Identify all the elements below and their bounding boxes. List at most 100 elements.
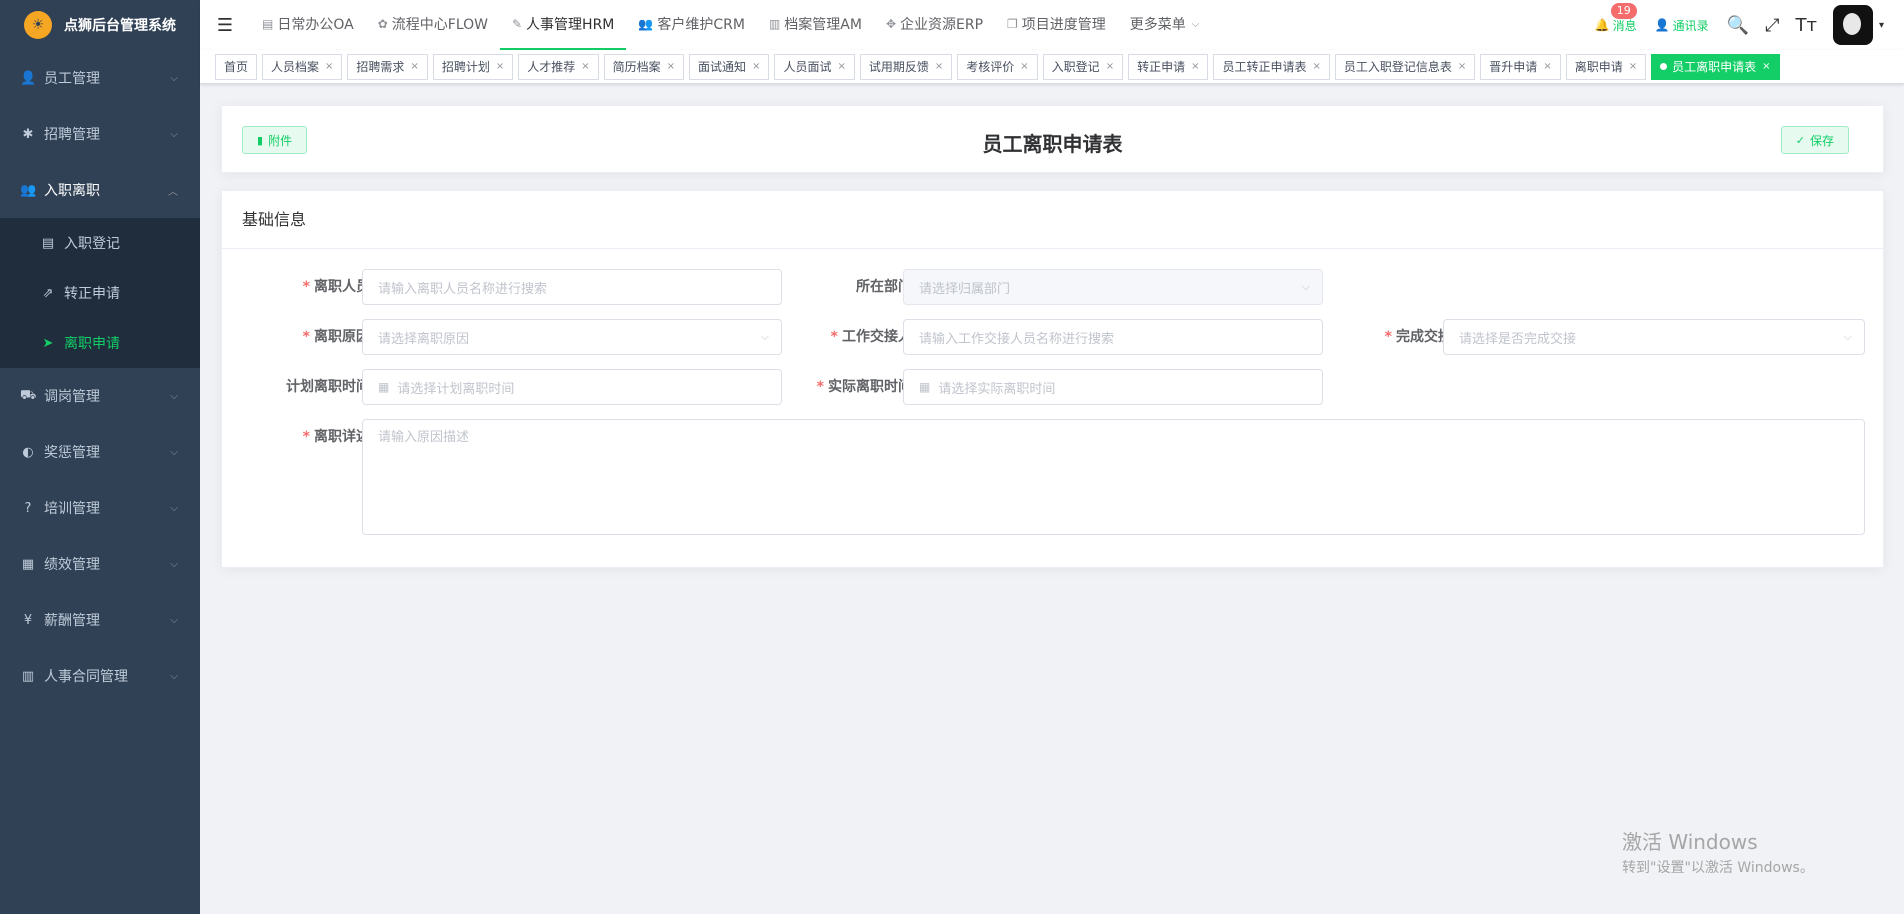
placeholder: 请选择离职原因 xyxy=(378,331,470,347)
user-icon: 👤 xyxy=(1654,18,1670,32)
close-icon[interactable]: × xyxy=(837,55,845,79)
tag-item[interactable]: 面试通知 × xyxy=(689,53,770,80)
sidebar-item-resignation[interactable]: ➤ 离职申请 xyxy=(0,318,200,368)
tag-item[interactable]: 考核评价 × xyxy=(957,53,1038,80)
sidebar-item-label: 奖惩管理 xyxy=(44,445,100,461)
close-icon[interactable]: × xyxy=(752,55,760,79)
close-icon[interactable]: × xyxy=(667,55,675,79)
tag-item[interactable]: 晋升申请 × xyxy=(1480,53,1561,80)
topnav-flow[interactable]: ✿ 流程中心FLOW xyxy=(366,0,500,50)
sidebar-item-training[interactable]: ? 培训管理 ⌵ xyxy=(0,480,200,536)
plan-time-picker[interactable]: ▦ 请选择计划离职时间 xyxy=(362,369,782,405)
sidebar-item-onboard-register[interactable]: ▤ 入职登记 xyxy=(0,218,200,268)
tag-item[interactable]: 离职申请 × xyxy=(1565,53,1647,80)
sidebar-item-rewards[interactable]: ◐ 奖惩管理 ⌵ xyxy=(0,424,200,480)
close-icon[interactable]: × xyxy=(410,55,418,79)
actual-time-picker[interactable]: ▦ 请选择实际离职时间 xyxy=(903,369,1323,405)
close-icon[interactable]: × xyxy=(1191,55,1199,79)
chevron-down-icon: ⌵ xyxy=(170,128,178,140)
sidebar-item-label: 入职登记 xyxy=(64,236,120,252)
topnav-crm[interactable]: 👥 客户维护CRM xyxy=(626,0,757,50)
actual-time-label: * 实际离职时间 xyxy=(782,369,912,405)
close-icon[interactable]: × xyxy=(1458,55,1466,79)
tag-label: 面试通知 xyxy=(698,59,747,74)
tag-item[interactable]: 简历档案 × xyxy=(603,53,685,80)
close-icon[interactable]: × xyxy=(1313,55,1321,79)
fullscreen-icon[interactable]: ⤢ xyxy=(1765,15,1779,36)
lion-logo-icon: ☀ xyxy=(24,11,52,39)
detail-label: * 离职详述 xyxy=(242,419,370,455)
done-select[interactable]: 请选择是否完成交接 ⌵ xyxy=(1443,319,1865,355)
tag-item[interactable]: 员工转正申请表 × xyxy=(1213,53,1330,80)
sidebar-item-transfer[interactable]: ⛟ 调岗管理 ⌵ xyxy=(0,368,200,424)
tag-item[interactable]: 人员档案 × xyxy=(262,53,343,80)
topnav-label: 更多菜单 xyxy=(1129,17,1186,33)
tag-item[interactable]: 人员面试 × xyxy=(774,53,855,80)
topnav-hrm[interactable]: ✎ 人事管理HRM xyxy=(499,0,627,50)
section-title: 基础信息 xyxy=(222,191,1883,249)
sidebar-item-onboarding[interactable]: 👥 入职离职 ︿ xyxy=(0,162,200,218)
placeholder: 请输入原因描述 xyxy=(378,430,470,445)
close-icon[interactable]: × xyxy=(581,55,589,79)
close-icon[interactable]: × xyxy=(1020,55,1028,79)
close-icon[interactable]: × xyxy=(1629,55,1637,79)
chevron-down-icon: ⌵ xyxy=(170,502,178,514)
hamburger-icon[interactable]: ☰ xyxy=(200,15,250,36)
chevron-down-icon: ⌵ xyxy=(170,446,178,458)
tag-label: 招聘需求 xyxy=(356,59,405,74)
close-icon[interactable]: × xyxy=(1762,55,1770,79)
tag-label: 离职申请 xyxy=(1574,59,1623,74)
check-icon: ✓ xyxy=(1795,133,1805,147)
dept-select[interactable]: 请选择归属部门 ⌵ xyxy=(903,269,1323,305)
handover-label: * 工作交接人 xyxy=(782,319,912,355)
topnav-label: 档案管理AM xyxy=(784,17,862,33)
topnav-erp[interactable]: ✥ 企业资源ERP xyxy=(874,0,995,50)
top-navbar: ☰ ▤ 日常办公OA ✿ 流程中心FLOW ✎ 人事管理HRM 👥 客户维护CRM ▥ 档… xyxy=(200,0,1904,50)
sidebar-item-contract[interactable]: ▥ 人事合同管理 ⌵ xyxy=(0,648,200,704)
save-button[interactable]: ✓ 保存 xyxy=(1780,126,1849,154)
handover-input[interactable]: 请输入工作交接人员名称进行搜索 xyxy=(903,319,1323,355)
tag-item[interactable]: 招聘计划 × xyxy=(432,53,514,80)
topnav-more[interactable]: 更多菜单 ⌵ xyxy=(1118,0,1212,50)
tag-item[interactable]: 员工入职登记信息表 × xyxy=(1334,53,1476,80)
sidebar-item-salary[interactable]: ¥ 薪酬管理 ⌵ xyxy=(0,592,200,648)
leaver-input[interactable]: 请输入离职人员名称进行搜索 xyxy=(362,269,782,305)
tag-active[interactable]: 员工离职申请表 × xyxy=(1651,53,1780,80)
sidebar-item-performance[interactable]: ▦ 绩效管理 ⌵ xyxy=(0,536,200,592)
required-mark: * xyxy=(1384,329,1392,345)
sidebar-item-regularization[interactable]: ⇗ 转正申请 xyxy=(0,268,200,318)
topnav-oa[interactable]: ▤ 日常办公OA xyxy=(250,0,366,50)
messages-label: 消息 xyxy=(1612,18,1637,33)
topnav-project[interactable]: ❐ 项目进度管理 xyxy=(995,0,1118,50)
messages-link[interactable]: 🔔 消息 19 xyxy=(1595,2,1637,34)
close-icon[interactable]: × xyxy=(1106,55,1114,79)
detail-textarea[interactable]: 请输入原因描述 xyxy=(362,419,1865,535)
topnav-label: 流程中心FLOW xyxy=(391,17,488,33)
close-icon[interactable]: × xyxy=(325,55,333,79)
font-size-icon[interactable]: Tт xyxy=(1795,15,1816,36)
tag-item[interactable]: 招聘需求 × xyxy=(347,53,428,80)
caret-down-icon[interactable]: ▾ xyxy=(1879,20,1884,31)
tag-item[interactable]: 人才推荐 × xyxy=(518,53,599,80)
search-icon[interactable]: 🔍 xyxy=(1727,15,1749,36)
close-icon[interactable]: × xyxy=(1543,55,1551,79)
reason-select[interactable]: 请选择离职原因 ⌵ xyxy=(362,319,782,355)
close-icon[interactable]: × xyxy=(935,55,943,79)
avatar[interactable] xyxy=(1832,5,1873,45)
app-logo[interactable]: ☀ 点狮后台管理系统 xyxy=(0,0,200,50)
close-icon[interactable]: × xyxy=(496,55,504,79)
sidebar-item-label: 调岗管理 xyxy=(44,389,100,405)
sidebar-item-employee[interactable]: 👤 员工管理 ⌵ xyxy=(0,50,200,106)
chevron-down-icon: ⌵ xyxy=(1191,18,1200,30)
contacts-link[interactable]: 👤 通讯录 xyxy=(1655,17,1709,34)
tag-home[interactable]: 首页 xyxy=(215,53,258,80)
copy-icon: ❐ xyxy=(1007,17,1018,31)
report-icon: ▦ xyxy=(21,556,35,572)
sidebar-item-recruit[interactable]: ✱ 招聘管理 ⌵ xyxy=(0,106,200,162)
page-title: 员工离职申请表 xyxy=(982,132,1123,156)
placeholder: 请选择是否完成交接 xyxy=(1459,331,1577,347)
tag-item[interactable]: 试用期反馈 × xyxy=(859,53,953,80)
topnav-am[interactable]: ▥ 档案管理AM xyxy=(757,0,874,50)
tag-item[interactable]: 转正申请 × xyxy=(1128,53,1209,80)
tag-item[interactable]: 入职登记 × xyxy=(1042,53,1124,80)
